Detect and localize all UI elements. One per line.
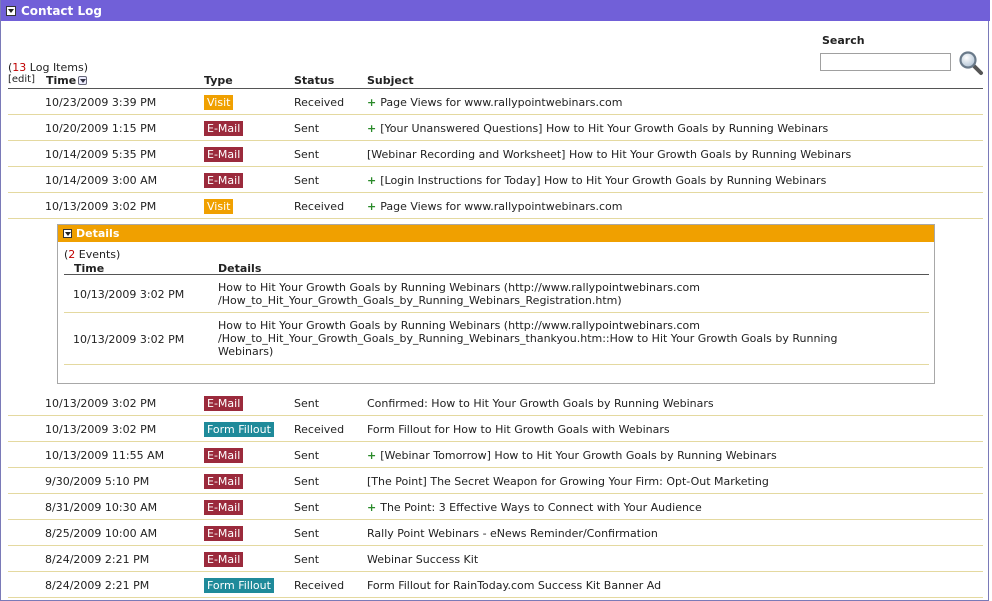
row-time: 10/14/2009 5:35 PM <box>45 148 157 161</box>
log-row[interactable]: 10/13/2009 11:55 AM E-Mail Sent + [Webinar T… <box>8 442 983 468</box>
expand-plus-icon[interactable]: + <box>367 449 376 462</box>
event-count: (2 Events) <box>64 248 121 261</box>
row-status: Sent <box>294 148 320 161</box>
log-row[interactable]: 9/30/2009 5:10 PM E-Mail Sent [The Point] T… <box>8 468 983 494</box>
row-time: 10/13/2009 3:02 PM <box>45 200 157 213</box>
collapse-arrow-icon[interactable] <box>63 229 72 238</box>
row-status: Sent <box>294 501 320 514</box>
sort-arrow-icon[interactable] <box>78 76 88 85</box>
subject-column-header: Subject <box>367 74 414 87</box>
row-subject: [Login Instructions for Today] How to Hi… <box>380 174 827 187</box>
row-subject: Webinar Success Kit <box>367 553 479 566</box>
type-badge: E-Mail <box>204 147 244 162</box>
type-badge: E-Mail <box>204 552 244 567</box>
log-row[interactable]: 10/13/2009 3:02 PM E-Mail Sent Confirmed: H… <box>8 390 983 416</box>
type-badge: Form Fillout <box>204 422 274 437</box>
row-time: 10/13/2009 3:02 PM <box>45 397 157 410</box>
type-badge: E-Mail <box>204 396 244 411</box>
panel-title-bar: Contact Log <box>1 0 990 21</box>
row-subject: [Webinar Recording and Worksheet] How to… <box>367 148 852 161</box>
type-column-header: Type <box>204 74 233 87</box>
row-subject: Page Views for www.rallypointwebinars.co… <box>380 200 623 213</box>
type-badge: E-Mail <box>204 526 244 541</box>
row-time: 10/14/2009 3:00 AM <box>45 174 158 187</box>
type-badge: Form Fillout <box>204 578 274 593</box>
row-subject: The Point: 3 Effective Ways to Connect w… <box>380 501 702 514</box>
row-subject: Confirmed: How to Hit Your Growth Goals … <box>367 397 714 410</box>
expand-plus-icon[interactable]: + <box>367 174 376 187</box>
expand-plus-icon[interactable]: + <box>367 122 376 135</box>
row-subject: [Your Unanswered Questions] How to Hit Y… <box>380 122 829 135</box>
type-badge: E-Mail <box>204 173 244 188</box>
type-badge: E-Mail <box>204 121 244 136</box>
row-time: 8/24/2009 2:21 PM <box>45 579 150 592</box>
log-row[interactable]: 8/31/2009 10:30 AM E-Mail Sent + The Point: … <box>8 494 983 520</box>
search-label: Search <box>822 34 865 47</box>
row-time: 10/23/2009 3:39 PM <box>45 96 157 109</box>
row-subject: Form Fillout for RainToday.com Success K… <box>367 579 662 592</box>
row-time: 8/31/2009 10:30 AM <box>45 501 158 514</box>
log-row[interactable]: 10/14/2009 5:35 PM E-Mail Sent [Webinar Rec… <box>8 141 983 167</box>
row-time: 10/20/2009 1:15 PM <box>45 122 157 135</box>
type-badge: Visit <box>204 199 234 214</box>
row-status: Sent <box>294 553 320 566</box>
row-status: Sent <box>294 475 320 488</box>
row-time: 10/13/2009 3:02 PM <box>45 423 157 436</box>
row-status: Sent <box>294 174 320 187</box>
row-subject: [The Point] The Secret Weapon for Growin… <box>367 475 769 488</box>
row-time: 8/24/2009 2:21 PM <box>45 553 150 566</box>
row-subject: [Webinar Tomorrow] How to Hit Your Growt… <box>380 449 777 462</box>
row-subject: Rally Point Webinars - eNews Reminder/Co… <box>367 527 658 540</box>
collapse-arrow-icon[interactable] <box>6 5 16 16</box>
row-status: Sent <box>294 449 320 462</box>
log-row[interactable]: 10/23/2009 3:39 PM Visit Received + Page Vie… <box>8 89 983 115</box>
row-status: Sent <box>294 397 320 410</box>
row-time: 10/13/2009 11:55 AM <box>45 449 165 462</box>
row-status: Sent <box>294 122 320 135</box>
details-panel: Details (2 Events) Time Details 10/13/20… <box>57 224 935 384</box>
edit-link[interactable]: [edit] <box>8 74 35 85</box>
expand-plus-icon[interactable]: + <box>367 501 376 514</box>
details-title: Details <box>76 227 120 240</box>
row-status: Received <box>294 579 345 592</box>
log-row[interactable]: 8/24/2009 2:21 PM E-Mail Sent Webinar Succe… <box>8 546 983 572</box>
detail-row: 10/13/2009 3:02 PM How to Hit Your Growt… <box>64 313 929 365</box>
detail-time: 10/13/2009 3:02 PM <box>73 333 185 346</box>
search-icon[interactable] <box>958 50 984 76</box>
row-status: Sent <box>294 527 320 540</box>
log-row[interactable]: 8/24/2009 2:21 PM Form Fillout Received For… <box>8 572 983 598</box>
detail-row: 10/13/2009 3:02 PM How to Hit Your Growt… <box>64 275 929 313</box>
detail-time: 10/13/2009 3:02 PM <box>73 288 185 301</box>
row-status: Received <box>294 423 345 436</box>
log-item-count: (13 Log Items) <box>8 61 88 74</box>
status-column-header: Status <box>294 74 335 87</box>
log-row[interactable]: 10/14/2009 3:00 AM E-Mail Sent + [Login Inst… <box>8 167 983 193</box>
row-time: 9/30/2009 5:10 PM <box>45 475 150 488</box>
row-status: Received <box>294 96 345 109</box>
type-badge: Visit <box>204 95 234 110</box>
expand-plus-icon[interactable]: + <box>367 200 376 213</box>
log-row[interactable]: 8/25/2009 10:00 AM E-Mail Sent Rally Point … <box>8 520 983 546</box>
type-badge: E-Mail <box>204 474 244 489</box>
log-row[interactable]: 10/13/2009 3:02 PM Visit Received + Page Vie… <box>8 193 983 219</box>
panel-title: Contact Log <box>21 3 102 18</box>
type-badge: E-Mail <box>204 448 244 463</box>
detail-text: How to Hit Your Growth Goals by Running … <box>218 319 838 358</box>
type-badge: E-Mail <box>204 500 244 515</box>
expand-plus-icon[interactable]: + <box>367 96 376 109</box>
log-row[interactable]: 10/20/2009 1:15 PM E-Mail Sent + [Your Unans… <box>8 115 983 141</box>
row-time: 8/25/2009 10:00 AM <box>45 527 158 540</box>
contact-log-panel: Contact Log Search (13 Log Items) [edit]… <box>0 0 990 601</box>
time-column-header[interactable]: Time <box>46 74 88 87</box>
log-row[interactable]: 10/13/2009 3:02 PM Form Fillout Received Fo… <box>8 416 983 442</box>
row-subject: Page Views for www.rallypointwebinars.co… <box>380 96 623 109</box>
row-subject: Form Fillout for How to Hit Growth Goals… <box>367 423 670 436</box>
detail-text: How to Hit Your Growth Goals by Running … <box>218 281 700 307</box>
row-status: Received <box>294 200 345 213</box>
details-title-bar: Details <box>58 225 934 242</box>
search-input[interactable] <box>820 53 951 71</box>
